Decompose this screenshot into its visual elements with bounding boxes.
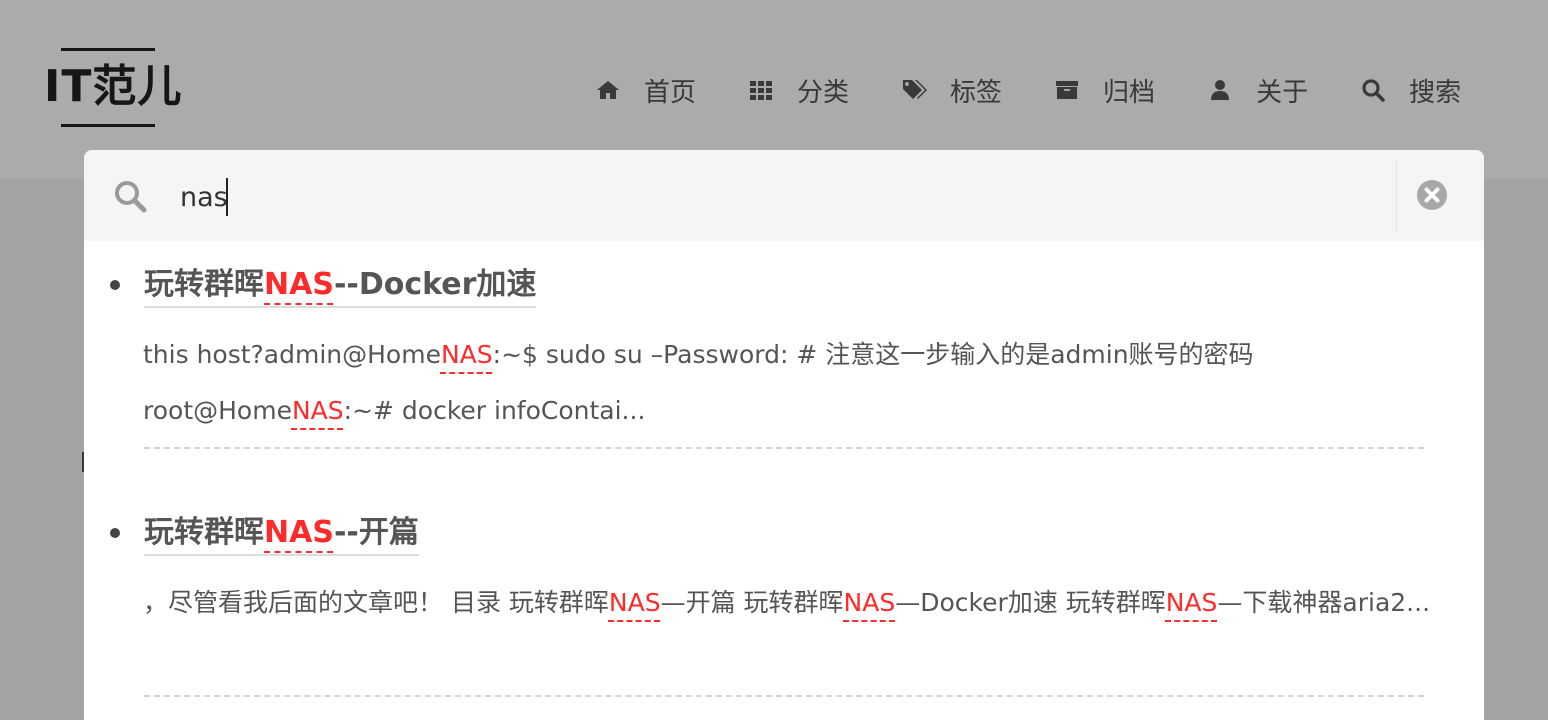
title-part: --开篇: [333, 515, 419, 550]
list-bullet: [110, 280, 120, 290]
title-part: 玩转群晖: [144, 267, 264, 302]
result-title-link[interactable]: 玩转群晖NAS--Docker加速: [144, 265, 537, 308]
snippet-part: ，尽管看我后面的文章吧！ 目录 玩转群晖: [143, 588, 609, 617]
search-popup: 玩转群晖NAS--Docker加速 this host?admin@HomeNA…: [84, 150, 1484, 720]
title-part: 玩转群晖: [144, 515, 264, 550]
close-icon[interactable]: [1416, 179, 1448, 211]
result-snippet: ，尽管看我后面的文章吧！ 目录 玩转群晖NAS—开篇 玩转群晖NAS—Docke…: [143, 575, 1433, 631]
list-bullet: [110, 528, 120, 538]
text-caret: [226, 178, 228, 216]
result-divider: [144, 447, 1424, 449]
snippet-part: :~# docker infoContai...: [343, 396, 646, 425]
result-divider: [144, 695, 1424, 697]
search-input[interactable]: [178, 174, 1382, 220]
search-bar: [84, 150, 1484, 241]
title-part: --Docker加速: [333, 267, 537, 302]
snippet-highlight: NAS: [608, 588, 661, 617]
snippet-part: this host?admin@Home: [143, 340, 441, 369]
snippet-highlight: NAS: [440, 340, 493, 369]
snippet-part: —下载神器aria2...: [1217, 588, 1431, 617]
title-highlight: NAS: [264, 515, 334, 550]
snippet-highlight: NAS: [291, 396, 344, 425]
search-icon: [112, 178, 148, 214]
snippet-part: —开篇 玩转群晖: [660, 588, 844, 617]
snippet-highlight: NAS: [1165, 588, 1218, 617]
search-divider: [1396, 160, 1397, 232]
result-title-link[interactable]: 玩转群晖NAS--开篇: [144, 513, 419, 556]
snippet-part: —Docker加速 玩转群晖: [895, 588, 1166, 617]
title-highlight: NAS: [264, 267, 334, 302]
result-snippet: this host?admin@HomeNAS:~$ sudo su –Pass…: [143, 327, 1433, 439]
snippet-highlight: NAS: [843, 588, 896, 617]
